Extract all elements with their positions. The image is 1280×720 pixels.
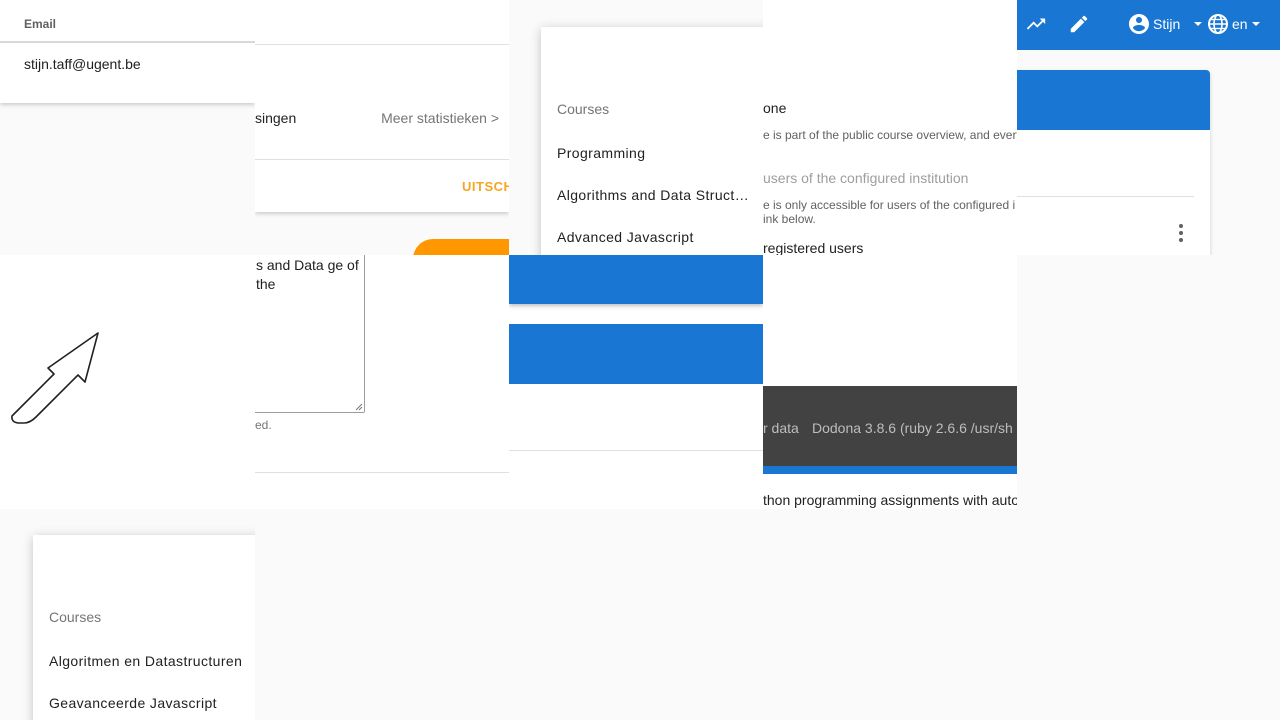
divider [255, 159, 509, 160]
trending-up-icon[interactable] [1025, 13, 1047, 35]
submissions-label: singen [255, 110, 297, 126]
course-item[interactable]: Algorithms and Data Structures [557, 187, 751, 203]
email-divider [0, 41, 255, 43]
visibility-option-registered[interactable]: registered users [763, 240, 863, 255]
divider [509, 450, 763, 451]
courses-dropdown: Courses Programming Algorithms and Data … [541, 27, 763, 255]
email-card: Email stijn.taff@ugent.be [0, 0, 255, 103]
account-circle-icon[interactable] [1127, 12, 1151, 36]
visibility-option-public[interactable]: one [763, 100, 786, 116]
course-card-header [1017, 70, 1210, 130]
description-panel: s and Data ge of the ed. [255, 255, 509, 509]
divider [255, 44, 509, 45]
stats-card: singen Meer statistieken > UITSCH [255, 0, 509, 212]
email-panel: Email stijn.taff@ugent.be [0, 0, 255, 255]
courses-dropdown: Courses Algoritmen en Datastructuren Gea… [33, 535, 255, 720]
visibility-option-institution[interactable]: users of the configured institution [763, 170, 968, 186]
caret-down-icon [1252, 22, 1260, 26]
description-text: s and Data ge of the [256, 257, 359, 292]
footer-version: Dodona 3.8.6 (ruby 2.6.6 /usr/sh [812, 420, 1013, 436]
description-hint: ed. [255, 418, 272, 432]
divider [255, 472, 509, 473]
visibility-description: e is part of the public course overview,… [763, 128, 1017, 142]
footer-stripe [763, 466, 1017, 474]
floating-action-button[interactable] [413, 239, 509, 255]
app-bar [509, 255, 763, 304]
email-label: Email [24, 17, 57, 31]
courses-dropdown-panel-nl: Courses Algoritmen en Datastructuren Gea… [0, 509, 255, 720]
arrow-panel [0, 255, 255, 509]
email-value[interactable]: stijn.taff@ugent.be [24, 56, 141, 72]
visibility-options: one e is part of the public course overv… [763, 0, 1017, 255]
caret-down-icon [1194, 22, 1202, 26]
resize-handle-icon[interactable] [355, 403, 363, 411]
visibility-description: ink below. [763, 212, 816, 226]
navbar: Stijn en [1017, 0, 1280, 50]
description-textarea[interactable]: s and Data ge of the [255, 255, 365, 413]
arrow-up-right-icon [11, 332, 99, 424]
divider [1017, 196, 1194, 197]
card-header [509, 324, 763, 384]
course-item[interactable]: Advanced Javascript [557, 229, 751, 245]
courses-dropdown-panel: Courses Programming Algorithms and Data … [509, 0, 763, 255]
courses-header: Courses [49, 609, 102, 625]
footer-panel: r data Dodona 3.8.6 (ruby 2.6.6 /usr/sh … [763, 255, 1017, 509]
footer-link[interactable]: r data [763, 420, 799, 436]
signout-button[interactable]: UITSCH [462, 179, 509, 194]
course-card [1017, 70, 1210, 255]
course-item[interactable]: Geavanceerde Javascript [49, 695, 243, 711]
pencil-icon[interactable] [1068, 13, 1090, 35]
globe-icon[interactable] [1206, 12, 1230, 36]
user-menu[interactable]: Stijn [1153, 16, 1180, 32]
course-item[interactable]: Programming [557, 145, 751, 161]
blue-header-panel [509, 255, 763, 509]
course-item[interactable]: Algoritmen en Datastructuren [49, 653, 243, 669]
stats-panel: singen Meer statistieken > UITSCH [255, 0, 509, 255]
visibility-description: e is only accessible for users of the co… [763, 198, 1016, 212]
navbar-panel: Stijn en [1017, 0, 1280, 255]
language-menu[interactable]: en [1232, 16, 1248, 32]
more-vert-icon[interactable] [1172, 221, 1190, 245]
more-stats-link[interactable]: Meer statistieken > [381, 110, 499, 126]
courses-header: Courses [557, 101, 610, 117]
course-description: thon programming assignments with auto [763, 492, 1017, 508]
